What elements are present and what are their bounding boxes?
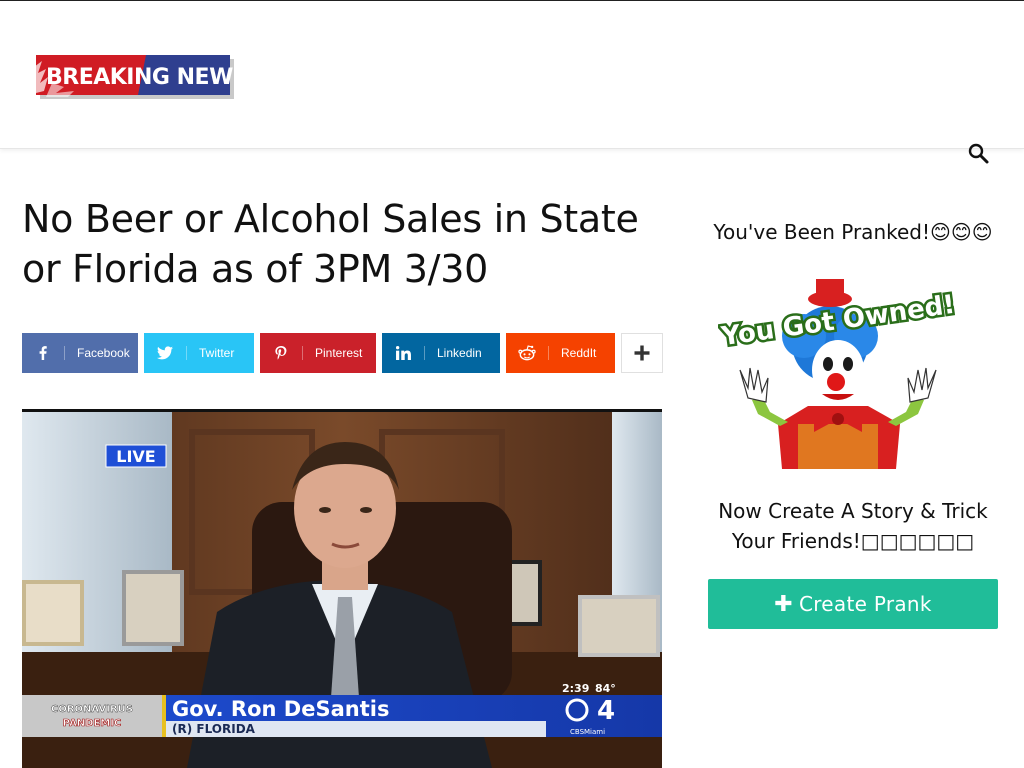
divider bbox=[302, 346, 303, 360]
video-tag-2: PANDEMIC bbox=[63, 718, 122, 729]
site-logo[interactable]: BREAKING NEWS bbox=[34, 53, 234, 99]
share-twitter-button[interactable]: Twitter bbox=[144, 333, 254, 373]
create-prank-button[interactable]: ✚ Create Prank bbox=[708, 579, 998, 629]
share-label: Facebook bbox=[77, 346, 130, 360]
divider bbox=[424, 346, 425, 360]
plus-icon bbox=[634, 345, 650, 361]
search-icon[interactable] bbox=[966, 141, 990, 165]
article-video-frame[interactable]: LIVE 2:39 84° CORONAVIRUS PANDEMIC Gov. … bbox=[22, 409, 662, 768]
page: BREAKING NEWS No Beer or Alcohol Sales i… bbox=[0, 0, 1024, 768]
video-still: LIVE 2:39 84° CORONAVIRUS PANDEMIC Gov. … bbox=[22, 412, 662, 768]
divider bbox=[548, 346, 549, 360]
clown-icon: You Got Owned! bbox=[718, 279, 958, 469]
pinterest-icon bbox=[260, 333, 302, 373]
share-pinterest-button[interactable]: Pinterest bbox=[260, 333, 376, 373]
plus-icon: ✚ bbox=[774, 591, 793, 617]
twitter-icon bbox=[144, 333, 186, 373]
video-temp: 84° bbox=[595, 682, 616, 695]
video-channel-sub: CBSMiami bbox=[570, 728, 605, 736]
linkedin-icon bbox=[382, 333, 424, 373]
share-reddit-button[interactable]: ReddIt bbox=[506, 333, 615, 373]
video-time: 2:39 bbox=[562, 682, 589, 695]
live-badge-text: LIVE bbox=[116, 447, 155, 466]
share-more-button[interactable] bbox=[621, 333, 663, 373]
cta-line-2: Your Friends!□□□□□□ bbox=[731, 529, 975, 553]
video-name: Gov. Ron DeSantis bbox=[172, 697, 389, 721]
pranked-title: You've Been Pranked!😊😊😊 bbox=[713, 220, 993, 244]
video-affiliation: (R) FLORIDA bbox=[172, 722, 256, 736]
site-header: BREAKING NEWS bbox=[0, 1, 1024, 164]
share-label: Linkedin bbox=[437, 346, 482, 360]
create-story-cta: Now Create A Story & Trick Your Friends!… bbox=[708, 496, 998, 556]
divider bbox=[186, 346, 187, 360]
reddit-icon bbox=[506, 333, 548, 373]
create-prank-label: Create Prank bbox=[798, 592, 932, 616]
video-tag-1: CORONAVIRUS bbox=[51, 704, 133, 715]
share-label: ReddIt bbox=[561, 346, 597, 360]
article-title: No Beer or Alcohol Sales in State or Flo… bbox=[22, 197, 639, 291]
divider bbox=[64, 346, 65, 360]
share-facebook-button[interactable]: Facebook bbox=[22, 333, 138, 373]
share-linkedin-button[interactable]: Linkedin bbox=[382, 333, 500, 373]
cta-line-1: Now Create A Story & Trick bbox=[718, 499, 988, 523]
logo-text: BREAKING NEWS bbox=[46, 65, 234, 90]
share-label: Twitter bbox=[199, 346, 235, 360]
facebook-icon bbox=[22, 333, 64, 373]
video-channel: 4 bbox=[597, 696, 615, 726]
share-label: Pinterest bbox=[315, 346, 363, 360]
